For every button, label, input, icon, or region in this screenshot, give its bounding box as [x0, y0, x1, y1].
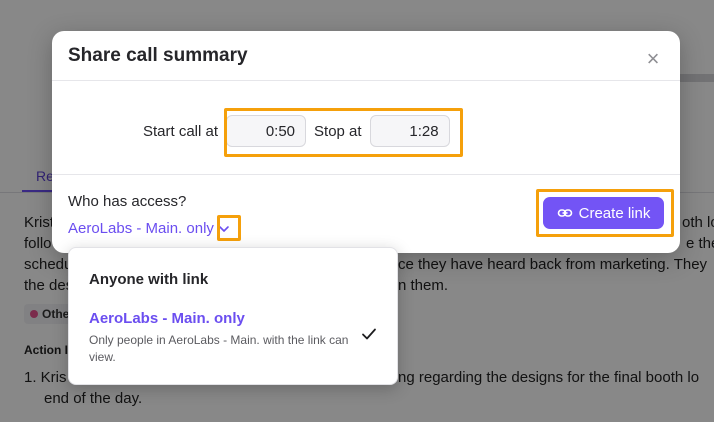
close-icon[interactable]: × — [642, 48, 664, 70]
access-selected-value: AeroLabs - Main. only — [68, 220, 214, 237]
header-divider — [52, 80, 680, 81]
checkmark-icon — [362, 328, 376, 340]
dialog-title: Share call summary — [68, 45, 248, 66]
access-label: Who has access? — [68, 193, 187, 210]
dropdown-option-org-only[interactable]: AeroLabs - Main. only Only people in Aer… — [89, 310, 379, 366]
access-select[interactable]: AeroLabs - Main. only — [68, 220, 230, 237]
access-dropdown-menu: Anyone with link AeroLabs - Main. only O… — [68, 247, 398, 385]
dropdown-option-title: AeroLabs - Main. only — [89, 310, 245, 327]
access-chevron-highlight — [217, 215, 241, 241]
section-divider — [52, 174, 680, 175]
start-call-label: Start call at — [143, 122, 219, 140]
time-range-highlight — [224, 108, 463, 157]
create-link-highlight — [536, 189, 674, 237]
dropdown-option-anyone[interactable]: Anyone with link — [89, 271, 208, 288]
dropdown-option-description: Only people in AeroLabs - Main. with the… — [89, 333, 349, 364]
